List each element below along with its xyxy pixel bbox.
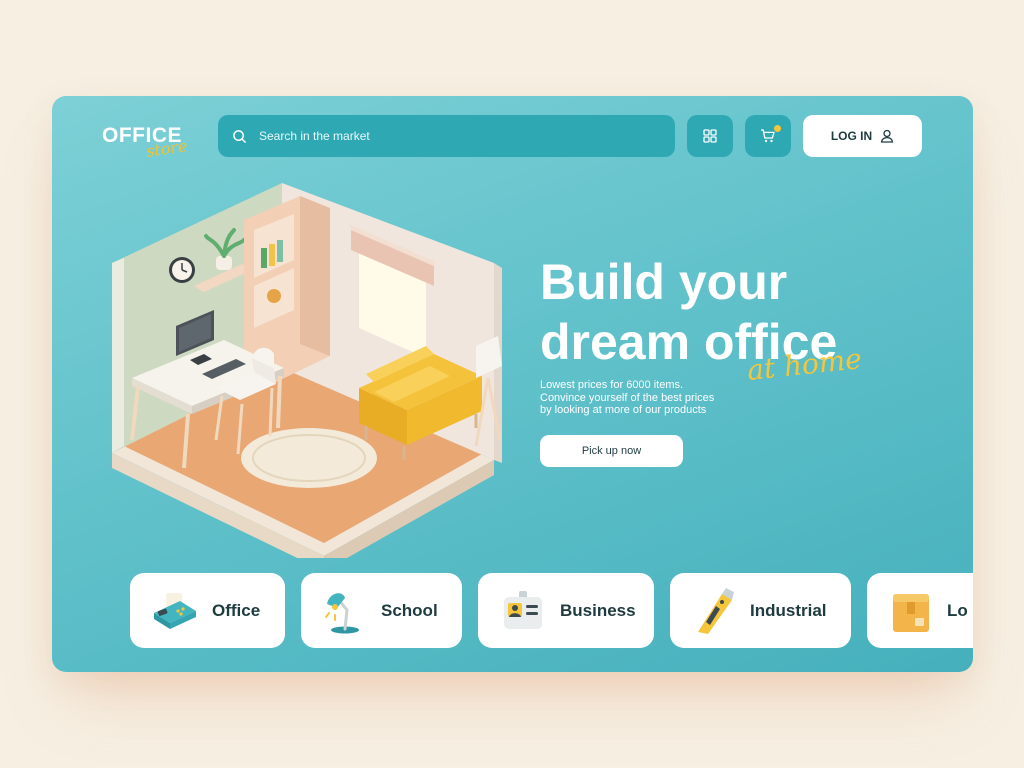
category-business[interactable]: Business xyxy=(478,573,654,648)
cta-label: Pick up now xyxy=(581,445,642,457)
category-label: Lo xyxy=(947,600,968,620)
user-icon xyxy=(881,129,894,143)
logo[interactable]: OFFICE store xyxy=(102,124,212,164)
category-logistics[interactable]: Lo xyxy=(867,573,973,648)
pick-up-now-button[interactable]: Pick up now xyxy=(540,435,683,467)
office-room-illustration xyxy=(112,183,502,558)
cart-notification-dot xyxy=(774,125,781,132)
cart-button[interactable] xyxy=(745,115,791,157)
search-icon xyxy=(233,129,246,143)
category-label: Office xyxy=(212,600,261,620)
headline-line-2: dream office xyxy=(540,314,838,370)
categories-grid-button[interactable] xyxy=(687,115,733,157)
hero-headline: Build your dream office xyxy=(540,252,920,372)
category-school[interactable]: School xyxy=(301,573,462,648)
hero-card: OFFICE store Search in the market LOG IN xyxy=(52,96,973,672)
login-button[interactable]: LOG IN xyxy=(803,115,922,157)
category-office[interactable]: Office xyxy=(130,573,285,648)
id-badge-icon xyxy=(504,590,542,629)
category-industrial[interactable]: Industrial xyxy=(670,573,851,648)
subtext-line: by looking at more of our products xyxy=(540,404,707,416)
category-label: Business xyxy=(560,600,636,620)
desk-lamp-icon xyxy=(325,592,359,633)
grid-icon xyxy=(703,129,717,143)
headline-line-1: Build your xyxy=(540,254,788,310)
search-placeholder: Search in the market xyxy=(259,129,370,143)
login-label: LOG IN xyxy=(830,129,873,143)
hero-subtext: Lowest prices for 6000 items. Convince y… xyxy=(540,379,770,417)
package-box-icon xyxy=(893,593,929,632)
category-label: School xyxy=(381,600,438,620)
fax-machine-icon xyxy=(154,592,196,629)
category-label: Industrial xyxy=(750,600,827,620)
subtext-line: Convince yourself of the best prices xyxy=(540,391,715,404)
subtext-line: Lowest prices for 6000 items. xyxy=(540,379,684,391)
utility-knife-icon xyxy=(698,587,734,634)
search-input[interactable]: Search in the market xyxy=(218,115,675,157)
